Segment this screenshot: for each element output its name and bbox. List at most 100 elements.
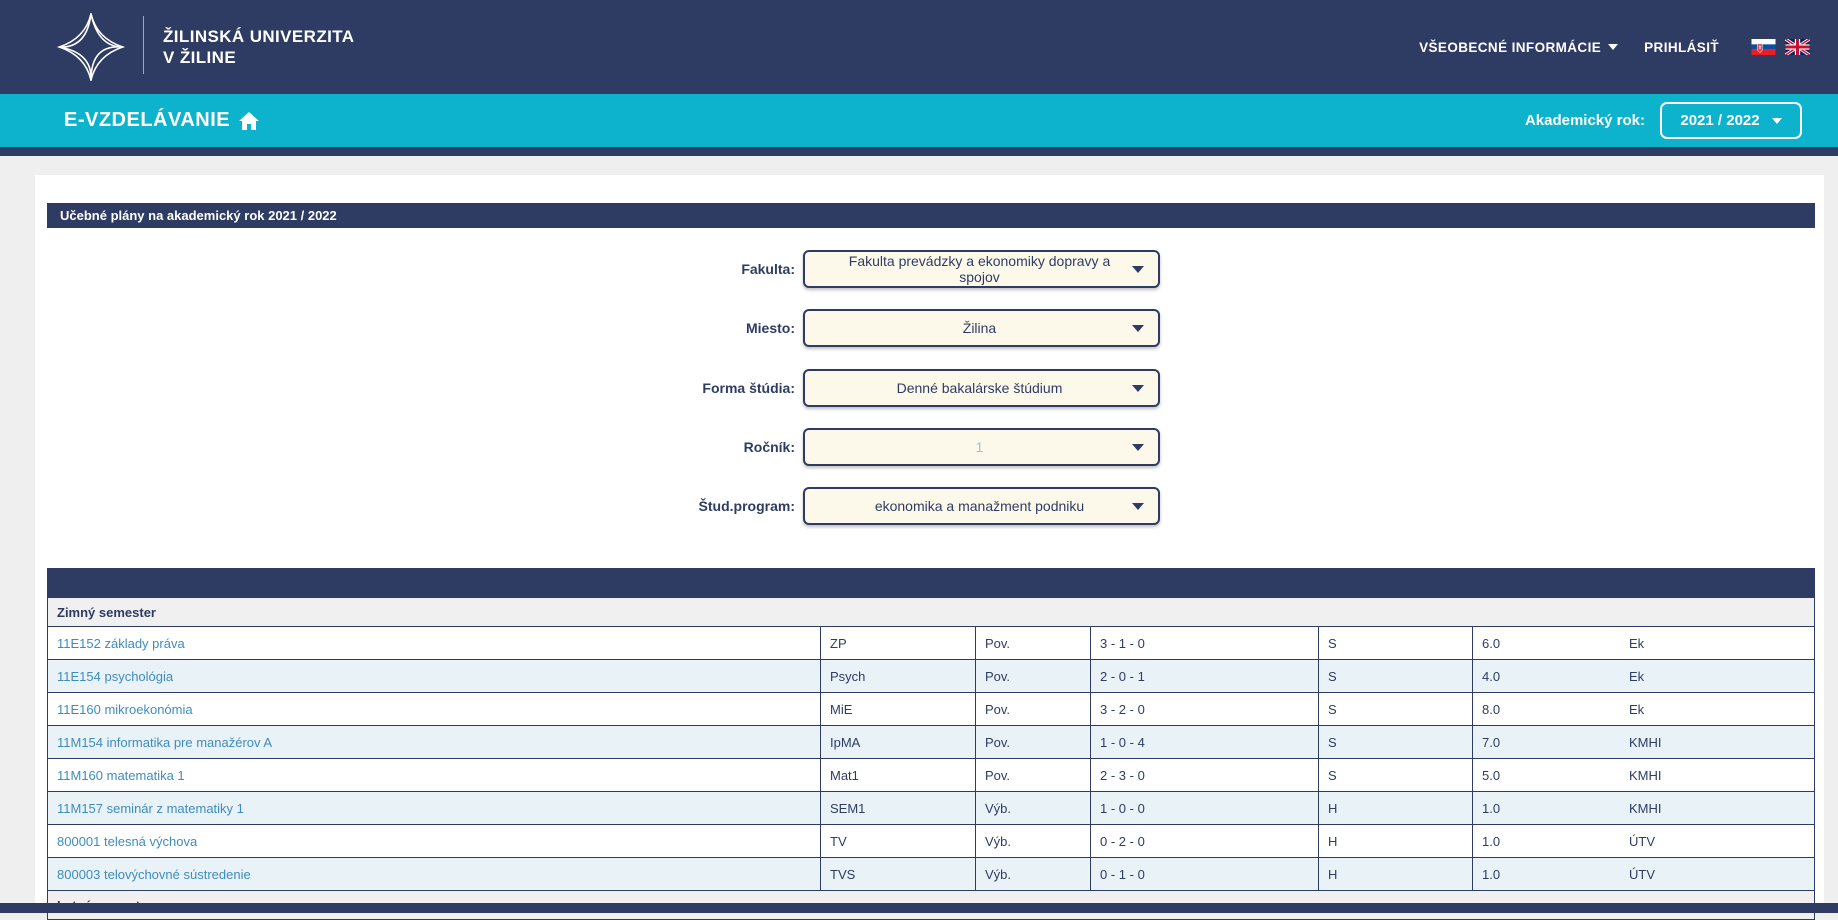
cell-ukon: H: [1318, 825, 1472, 857]
stud-program-value: ekonomika a manažment podniku: [805, 498, 1132, 514]
table-row: 11E160 mikroekonómia MiE Pov. 3 - 2 - 0 …: [48, 692, 1814, 725]
app-title-home-link[interactable]: E-VZDELÁVANIE: [64, 94, 259, 147]
chevron-down-icon: [1608, 44, 1618, 50]
panel-title: Učebné plány na akademický rok 2021 / 20…: [47, 203, 1815, 228]
table-row: 11M157 seminár z matematiky 1 SEM1 Výb. …: [48, 791, 1814, 824]
subject-link[interactable]: 11E154 psychológia: [57, 669, 173, 684]
subject-link[interactable]: 11E160 mikroekonómia: [57, 702, 193, 717]
cell-ukon: S: [1318, 693, 1472, 725]
cell-kred: 1.0: [1472, 792, 1620, 824]
cell-skr: ZP: [820, 627, 975, 659]
filter-row-miesto: Miesto: Žilina: [35, 309, 1824, 347]
subject-link[interactable]: 11M154 informatika pre manažérov A: [57, 735, 272, 750]
fakulta-select[interactable]: Fakulta prevádzky a ekonomiky dopravy a …: [803, 250, 1160, 288]
academic-year-group: Akademický rok: 2021 / 2022: [1525, 94, 1802, 147]
subject-link[interactable]: 11M157 seminár z matematiky 1: [57, 801, 244, 816]
dropdown-caret-icon: [1132, 503, 1144, 510]
cell-rozsah: 3 - 1 - 0: [1090, 627, 1318, 659]
cell-rozsah: 1 - 0 - 0: [1090, 792, 1318, 824]
col-header-skr: Skr.: [820, 569, 975, 597]
col-header-predmet: Predmet: [48, 569, 820, 597]
home-icon: [239, 112, 259, 130]
cell-pov: Výb.: [975, 792, 1090, 824]
cell-kred: 1.0: [1472, 858, 1620, 890]
forma-studia-select[interactable]: Denné bakalárske štúdium: [803, 369, 1160, 407]
col-header-kred: Kred.: [1472, 569, 1620, 597]
cell-rozsah: 0 - 1 - 0: [1090, 858, 1318, 890]
dropdown-caret-icon: [1132, 266, 1144, 273]
university-name-line2: V ŽILINE: [163, 47, 354, 68]
col-header-pov: Pov.: [975, 569, 1090, 597]
cell-skr: IpMA: [820, 726, 975, 758]
col-header-ukon: Ukon.: [1318, 569, 1472, 597]
university-name-line1: ŽILINSKÁ UNIVERZITA: [163, 26, 354, 47]
cell-skr: MiE: [820, 693, 975, 725]
rocnik-value: 1: [805, 439, 1132, 455]
fakulta-value: Fakulta prevádzky a ekonomiky dopravy a …: [805, 253, 1132, 285]
filter-row-fakulta: Fakulta: Fakulta prevádzky a ekonomiky d…: [35, 250, 1824, 288]
forma-studia-label: Forma štúdia:: [495, 369, 795, 407]
university-name: ŽILINSKÁ UNIVERZITA V ŽILINE: [163, 26, 354, 68]
cell-kred: 1.0: [1472, 825, 1620, 857]
dropdown-caret-icon: [1772, 118, 1782, 124]
cell-pov: Pov.: [975, 627, 1090, 659]
academic-year-select[interactable]: 2021 / 2022: [1660, 102, 1802, 139]
miesto-value: Žilina: [805, 320, 1132, 336]
cell-pov: Výb.: [975, 858, 1090, 890]
cell-katedra: Ek: [1620, 693, 1814, 725]
subject-link[interactable]: 11M160 matematika 1: [57, 768, 185, 783]
cell-skr: TV: [820, 825, 975, 857]
table-row: 11E152 základy práva ZP Pov. 3 - 1 - 0 S…: [48, 626, 1814, 659]
uk-flag-icon[interactable]: [1785, 39, 1810, 55]
logo-divider: [143, 16, 144, 74]
table-row: 800001 telesná výchova TV Výb. 0 - 2 - 0…: [48, 824, 1814, 857]
cell-skr: TVS: [820, 858, 975, 890]
miesto-label: Miesto:: [495, 309, 795, 347]
filter-row-rocnik: Ročník: 1: [35, 428, 1824, 466]
table-row: 800003 telovýchovné sústredenie TVS Výb.…: [48, 857, 1814, 890]
stud-program-select[interactable]: ekonomika a manažment podniku: [803, 487, 1160, 525]
cell-kred: 4.0: [1472, 660, 1620, 692]
login-button[interactable]: PRIHLÁSIŤ: [1644, 40, 1719, 55]
cell-kred: 6.0: [1472, 627, 1620, 659]
miesto-select[interactable]: Žilina: [803, 309, 1160, 347]
cell-kred: 5.0: [1472, 759, 1620, 791]
general-info-menu[interactable]: VŠEOBECNÉ INFORMÁCIE: [1419, 40, 1618, 55]
cell-pov: Pov.: [975, 693, 1090, 725]
cell-katedra: ÚTV: [1620, 858, 1814, 890]
academic-year-value: 2021 / 2022: [1680, 112, 1759, 129]
app-title-label: E-VZDELÁVANIE: [64, 109, 230, 132]
table-row: 11E154 psychológia Psych Pov. 2 - 0 - 1 …: [48, 659, 1814, 692]
footer-bar: [0, 903, 1838, 913]
study-plan-table: Predmet Skr. Pov. Rozsah Ukon. Kred. Kat…: [47, 568, 1815, 920]
cell-rozsah: 1 - 0 - 4: [1090, 726, 1318, 758]
cell-kred: 8.0: [1472, 693, 1620, 725]
rocnik-select[interactable]: 1: [803, 428, 1160, 466]
top-nav: VŠEOBECNÉ INFORMÁCIE PRIHLÁSIŤ: [1419, 0, 1810, 94]
rocnik-label: Ročník:: [495, 428, 795, 466]
cell-skr: Mat1: [820, 759, 975, 791]
language-switcher: [1751, 39, 1810, 55]
stud-program-label: Štud.program:: [495, 487, 795, 525]
subject-link[interactable]: 800001 telesná výchova: [57, 834, 197, 849]
dropdown-caret-icon: [1132, 444, 1144, 451]
section-row-winter: Zimný semester: [48, 597, 1814, 626]
cell-rozsah: 0 - 2 - 0: [1090, 825, 1318, 857]
cell-ukon: H: [1318, 792, 1472, 824]
table-header-row: Predmet Skr. Pov. Rozsah Ukon. Kred. Kat…: [48, 569, 1814, 597]
cell-ukon: S: [1318, 759, 1472, 791]
subject-link[interactable]: 800003 telovýchovné sústredenie: [57, 867, 251, 882]
dropdown-caret-icon: [1132, 325, 1144, 332]
cell-rozsah: 2 - 3 - 0: [1090, 759, 1318, 791]
col-header-katedra: Katedra: [1620, 569, 1814, 597]
dropdown-caret-icon: [1132, 385, 1144, 392]
slovak-flag-icon[interactable]: [1751, 39, 1776, 55]
cell-skr: SEM1: [820, 792, 975, 824]
cell-katedra: ÚTV: [1620, 825, 1814, 857]
cell-ukon: S: [1318, 627, 1472, 659]
filter-row-program: Štud.program: ekonomika a manažment podn…: [35, 487, 1824, 525]
subject-link[interactable]: 11E152 základy práva: [57, 636, 185, 651]
cell-ukon: S: [1318, 660, 1472, 692]
university-logo-icon: [55, 8, 127, 86]
cell-katedra: KMHI: [1620, 759, 1814, 791]
